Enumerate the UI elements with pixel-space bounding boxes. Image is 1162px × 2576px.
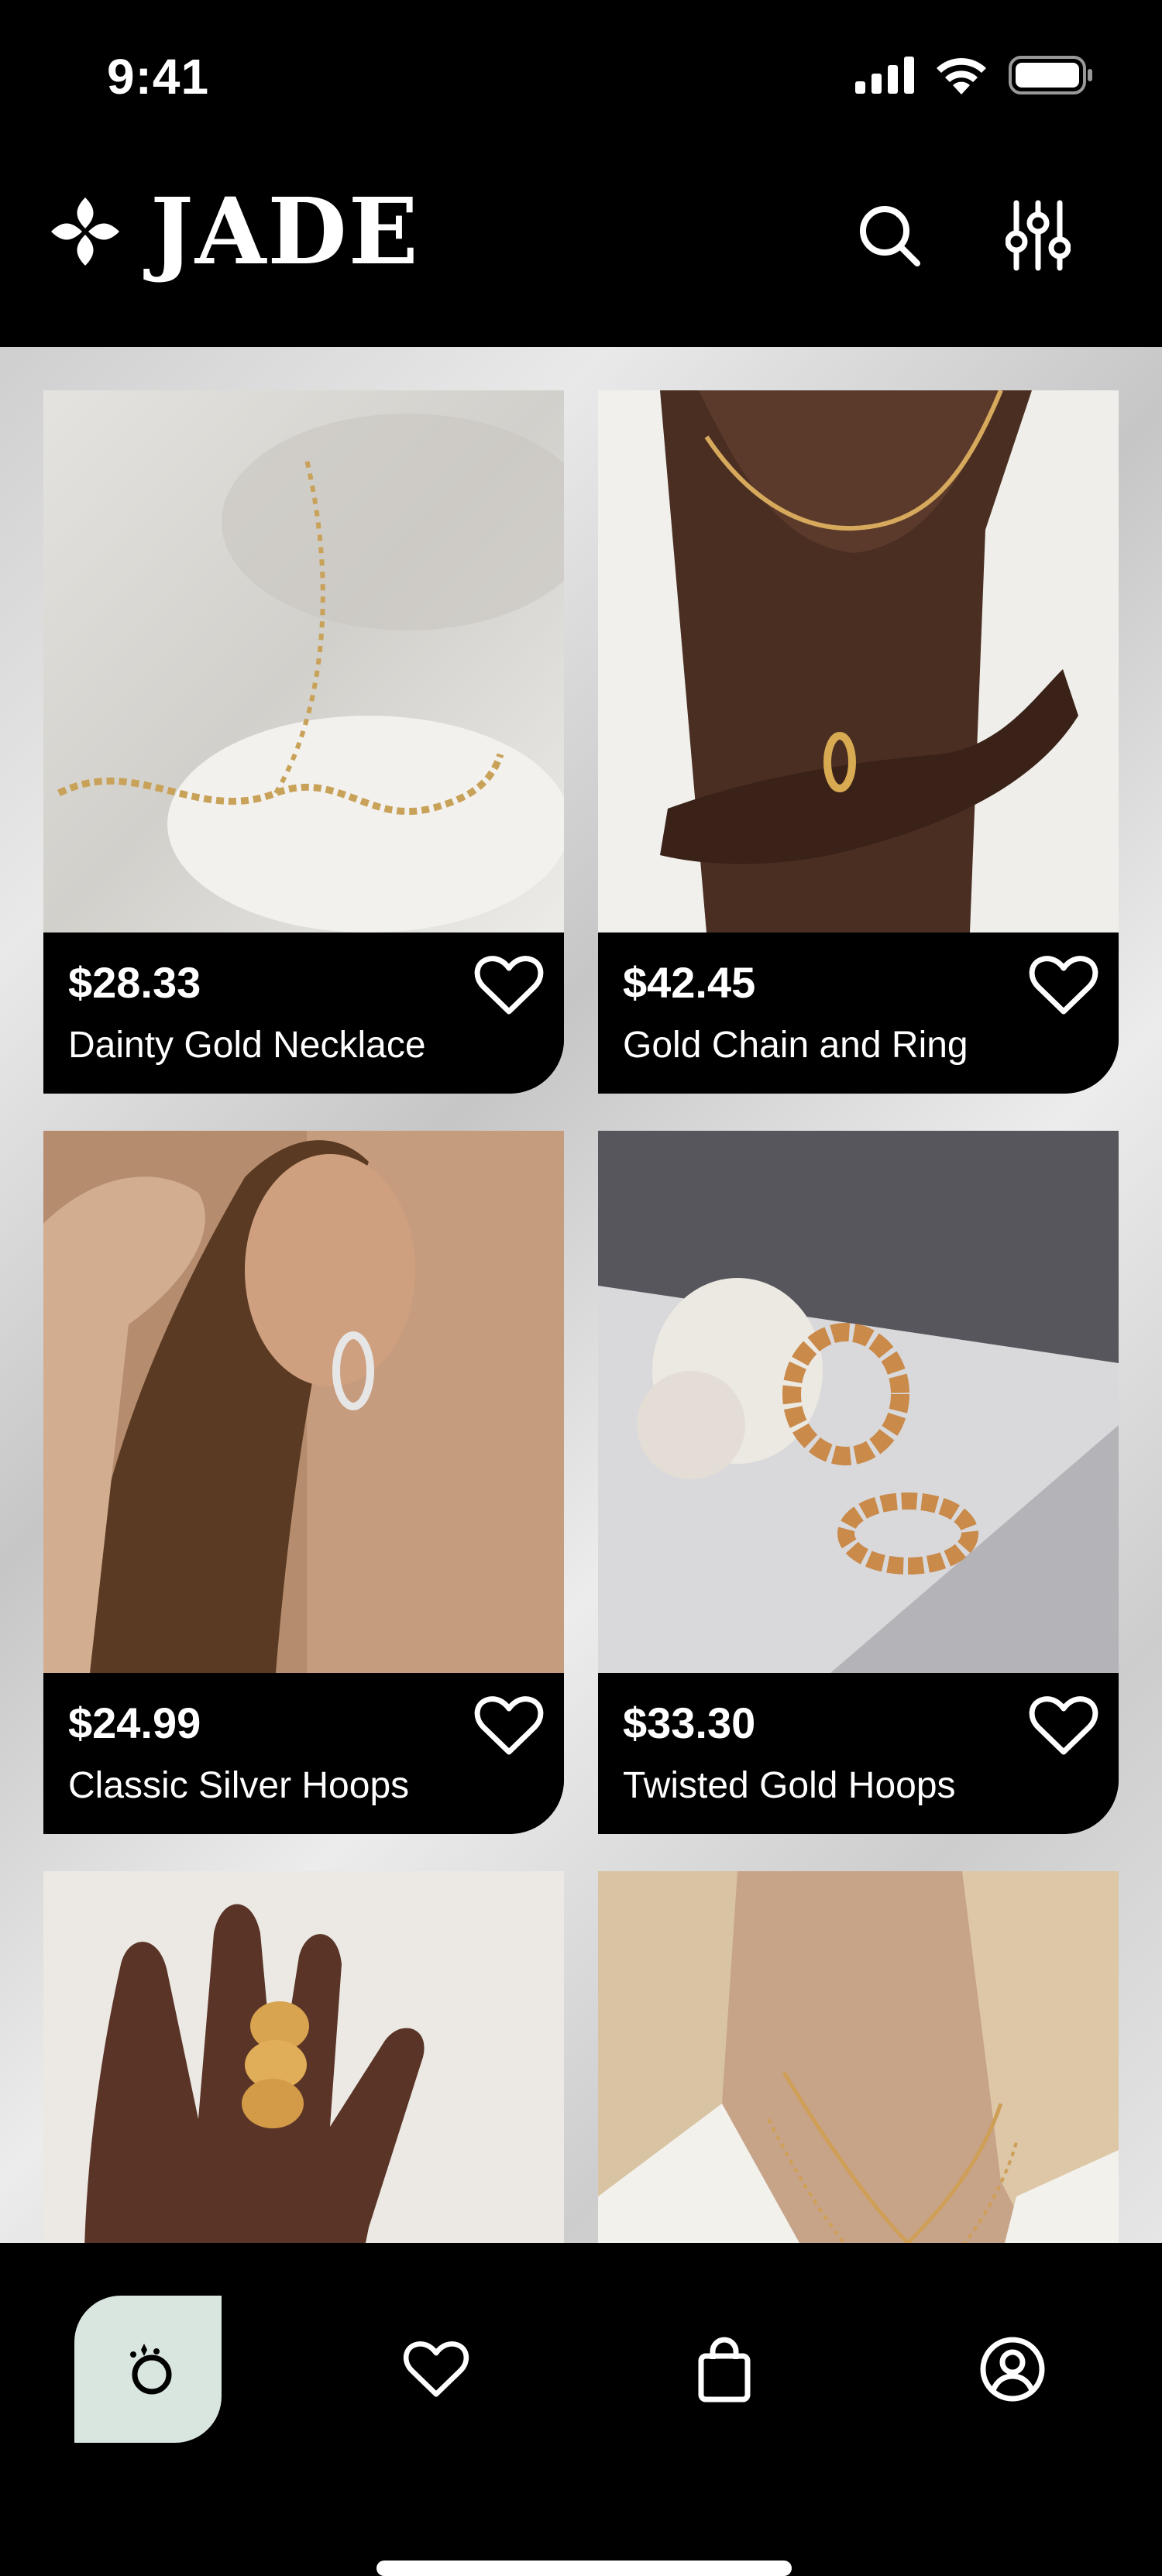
product-grid: $28.33 Dainty Gold Necklace $42.45 Gold … [0,347,1162,2243]
product-price: $33.30 [623,1698,756,1747]
wifi-icon [937,58,986,94]
account-icon [980,2337,1045,2402]
product-image-necklace [43,390,564,933]
app-header: JADE [0,155,1162,347]
product-card-dainty-gold-necklace[interactable]: $28.33 Dainty Gold Necklace [43,390,564,1094]
product-info: $24.99 Classic Silver Hoops [43,1673,564,1834]
heart-icon [1029,956,1098,1015]
heart-icon [474,956,544,1015]
tab-bag[interactable] [651,2296,798,2443]
product-card-twisted-gold-hoops[interactable]: $33.30 Twisted Gold Hoops [598,1131,1119,1834]
product-image-silver-hoops [43,1131,564,1673]
heart-icon [474,1696,544,1755]
ring-icon [130,2344,172,2395]
tab-account[interactable] [939,2296,1086,2443]
favorite-button[interactable] [1029,1695,1098,1757]
product-price: $42.45 [623,958,756,1007]
product-name: Dainty Gold Necklace [68,1025,426,1066]
product-card-dome-ring[interactable] [43,1871,564,2243]
brand-logo[interactable]: JADE [48,186,420,277]
heart-icon [403,2341,469,2397]
tab-favorites[interactable] [363,2296,510,2443]
favorite-button[interactable] [474,954,544,1016]
product-info: $33.30 Twisted Gold Hoops [598,1673,1119,1834]
heart-icon [1029,1696,1098,1755]
product-price: $24.99 [68,1698,201,1747]
product-name: Classic Silver Hoops [68,1765,410,1806]
product-card-layered-necklace[interactable] [598,1871,1119,2243]
product-image-dome-ring [43,1871,564,2243]
clover-logo-icon [51,197,119,266]
product-info: $42.45 Gold Chain and Ring [598,933,1119,1094]
filter-sliders-icon [1006,200,1071,271]
product-info: $28.33 Dainty Gold Necklace [43,933,564,1094]
brand-name: JADE [150,177,420,285]
shopping-bag-icon [698,2337,751,2403]
search-button[interactable] [851,192,928,279]
cellular-signal-icon [855,57,914,94]
status-icons [855,56,1094,94]
product-price: $28.33 [68,958,201,1007]
product-name: Gold Chain and Ring [623,1025,968,1066]
filter-button[interactable] [999,192,1077,279]
favorite-button[interactable] [474,1695,544,1757]
favorite-button[interactable] [1029,954,1098,1016]
product-image-chain-ring [598,390,1119,933]
product-card-gold-chain-and-ring[interactable]: $42.45 Gold Chain and Ring [598,390,1119,1094]
home-indicator [376,2561,792,2576]
battery-icon [1009,56,1092,94]
product-image-layered-necklace [598,1871,1119,2243]
product-image-twisted-hoops [598,1131,1119,1673]
status-bar: 9:41 [0,0,1162,155]
product-card-classic-silver-hoops[interactable]: $24.99 Classic Silver Hoops [43,1131,564,1834]
bottom-tab-bar [0,2243,1162,2516]
product-name: Twisted Gold Hoops [623,1765,956,1806]
status-time: 9:41 [107,49,210,105]
tab-shop[interactable] [74,2296,222,2443]
search-icon [860,206,920,266]
